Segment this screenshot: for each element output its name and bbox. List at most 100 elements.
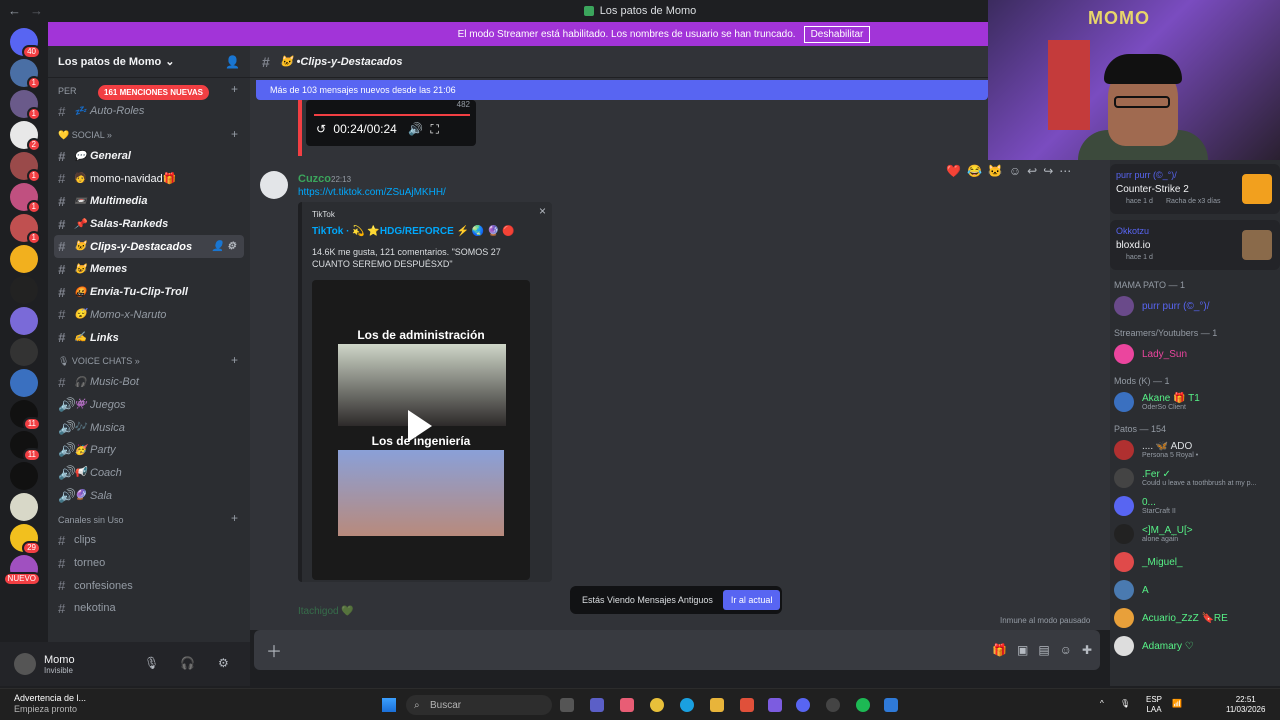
server-icon[interactable]: 11 <box>10 431 41 462</box>
close-icon[interactable]: × <box>539 204 546 218</box>
play-icon[interactable] <box>408 410 432 442</box>
folder-icon[interactable] <box>710 698 724 712</box>
member-item[interactable]: .Fer ✓ Could u leave a toothbrush at my p… <box>1114 466 1256 490</box>
channel-item[interactable]: # 📌 Salas-Rankeds <box>48 213 250 236</box>
edge-icon[interactable] <box>680 698 694 712</box>
add-reaction-icon[interactable]: ☺ <box>1009 164 1021 178</box>
channel-item[interactable]: # torneo <box>48 552 250 575</box>
server-icon[interactable] <box>10 245 38 273</box>
reply-icon[interactable]: ↩ <box>1027 164 1037 178</box>
activity-card[interactable]: purr purr (©_°)/ Counter-Strike 2 hace 1 d… <box>1110 164 1280 214</box>
add-channel-icon[interactable]: + <box>231 127 238 141</box>
message-author[interactable]: Cuzco <box>298 173 331 185</box>
add-channel-icon[interactable]: + <box>231 82 238 96</box>
avatar[interactable] <box>260 171 288 199</box>
member-item[interactable]: 0... StarCraft II <box>1114 494 1176 518</box>
channel-item[interactable]: 🔊 🥳 Party <box>48 439 250 462</box>
taskview-icon[interactable] <box>560 698 574 712</box>
server-icon[interactable] <box>10 276 38 304</box>
teams-icon[interactable] <box>590 698 604 712</box>
taskbar-search[interactable]: ⌕ Buscar <box>406 695 552 715</box>
channel-item[interactable]: # ✍ Links <box>48 326 250 349</box>
server-icon[interactable]: 29 <box>10 524 41 555</box>
channel-item[interactable]: 🔊 👾 Juegos <box>48 394 250 417</box>
headphones-icon[interactable]: 🎧 <box>180 656 195 670</box>
chevron-up-icon[interactable]: ^ <box>1100 699 1104 709</box>
member-item[interactable]: _Miguel_ <box>1114 550 1183 574</box>
gear-icon[interactable]: ⚙ <box>218 656 229 670</box>
video-player[interactable]: 482 ↺ 00:24/00:24 🔊 ⛶ <box>306 100 476 146</box>
member-item[interactable]: Akane 🎁 T1 OderSo Client <box>1114 390 1200 414</box>
discord-icon[interactable] <box>796 698 810 712</box>
clock[interactable]: 22:51 11/03/2026 <box>1226 695 1265 715</box>
add-member-icon[interactable]: 👤 <box>225 55 240 69</box>
forward-icon[interactable]: ↪ <box>1043 164 1053 178</box>
channel-item[interactable]: # 🐱 Clips-y-Destacados 👤 ⚙ <box>54 235 244 259</box>
wifi-icon[interactable]: 📶 <box>1172 699 1182 709</box>
channel-item[interactable]: # clips <box>48 529 250 552</box>
server-icon[interactable]: 1 <box>10 214 41 245</box>
server-icon[interactable] <box>10 493 38 521</box>
add-attachment-icon[interactable]: ＋ <box>266 638 282 662</box>
back-arrow-icon[interactable]: ← <box>8 3 21 18</box>
volume-icon[interactable]: 🔊 <box>408 122 423 136</box>
channel-item[interactable]: # 📼 Multimedia <box>48 190 250 213</box>
add-channel-icon[interactable]: + <box>231 353 238 367</box>
server-icon[interactable]: 40 <box>10 28 41 59</box>
language-indicator[interactable]: ESP LAA <box>1146 695 1162 715</box>
server-icon[interactable]: 11 <box>10 400 41 431</box>
server-icon[interactable]: 1 <box>10 90 41 121</box>
copilot-icon[interactable] <box>620 698 634 712</box>
message-link[interactable]: https://vt.tiktok.com/ZSuAjMKHH/ <box>298 187 446 198</box>
message-composer[interactable]: ＋ 🎁 ▣ ▤ ☺ ✚ <box>254 630 1100 670</box>
gift-icon[interactable]: 🎁 <box>992 643 1007 657</box>
channel-category[interactable]: 💛 SOCIAL » + <box>48 123 250 145</box>
new-messages-bar[interactable]: Más de 103 mensajes nuevos desde las 21:… <box>256 80 988 100</box>
avatar[interactable] <box>14 653 36 675</box>
mentions-badge[interactable]: 161 MENCIONES NUEVAS <box>98 85 209 100</box>
obs-icon[interactable] <box>826 698 840 712</box>
channel-item[interactable]: 🔊 📢 Coach <box>48 462 250 485</box>
forward-arrow-icon[interactable]: → <box>30 3 43 18</box>
gif-icon[interactable]: ▣ <box>1017 643 1028 657</box>
member-item[interactable]: Adamary ♡ <box>1114 634 1194 658</box>
channel-item[interactable]: # 😺 Memes <box>48 258 250 281</box>
server-icon[interactable] <box>10 462 38 490</box>
more-icon[interactable]: ⋯ <box>1059 164 1071 178</box>
channel-item[interactable]: # 🤬 Envia-Tu-Clip-Troll <box>48 281 250 304</box>
channel-item[interactable]: # 🎧 Music-Bot <box>48 371 250 394</box>
channel-item[interactable]: 🔊 🔮 Sala <box>48 484 250 507</box>
server-icon[interactable] <box>10 307 38 335</box>
server-icon[interactable]: 2 <box>10 121 41 152</box>
video-progress-bar[interactable] <box>314 114 470 116</box>
channel-item[interactable]: # 😴 Momo-x-Naruto <box>48 304 250 327</box>
windows-start-icon[interactable] <box>382 698 396 712</box>
sticker-icon[interactable]: ▤ <box>1038 643 1049 657</box>
chrome-icon[interactable] <box>650 698 664 712</box>
notification[interactable]: Advertencia de l... Empieza pronto <box>14 693 86 715</box>
mic-icon[interactable]: 🎙 <box>1120 699 1130 709</box>
embed-title[interactable]: TikTok · 💫 ⭐HDG/REFORCE ⚡ 🌏 🔮 🔴 <box>312 226 515 237</box>
spotify-icon[interactable] <box>856 698 870 712</box>
brave-icon[interactable] <box>740 698 754 712</box>
member-item[interactable]: A <box>1114 578 1149 602</box>
apps-icon[interactable] <box>768 698 782 712</box>
server-icon[interactable]: 1 <box>10 59 41 90</box>
channel-category[interactable]: 🎙 VOICE CHATS » + <box>48 349 250 371</box>
mic-icon[interactable]: 🎙 <box>144 656 159 670</box>
member-item[interactable]: .... 🦋 ADO Persona 5 Royal • <box>1114 438 1198 462</box>
server-icon[interactable] <box>10 338 38 366</box>
server-icon[interactable]: 1 <box>10 183 41 214</box>
member-item[interactable]: <]M_A_U[> alone again <box>1114 522 1193 546</box>
member-item[interactable]: purr purr (©_°)/ <box>1114 294 1210 318</box>
apps-icon[interactable]: ✚ <box>1082 643 1092 657</box>
server-header[interactable]: Los patos de Momo ⌄ 👤 <box>48 46 250 78</box>
channel-item[interactable]: 🔊 🎶 Musica <box>48 416 250 439</box>
server-icon[interactable]: NUEVO <box>2 555 41 586</box>
disable-streamer-button[interactable]: Deshabilitar <box>803 25 871 43</box>
activity-card[interactable]: Okkotzu bloxd.io hace 1 d <box>1110 220 1280 270</box>
server-icon[interactable]: 1 <box>10 152 41 183</box>
reaction[interactable]: 🐱 <box>988 164 1003 178</box>
server-icon[interactable] <box>10 369 38 397</box>
channel-item[interactable]: # nekotina <box>48 597 250 620</box>
